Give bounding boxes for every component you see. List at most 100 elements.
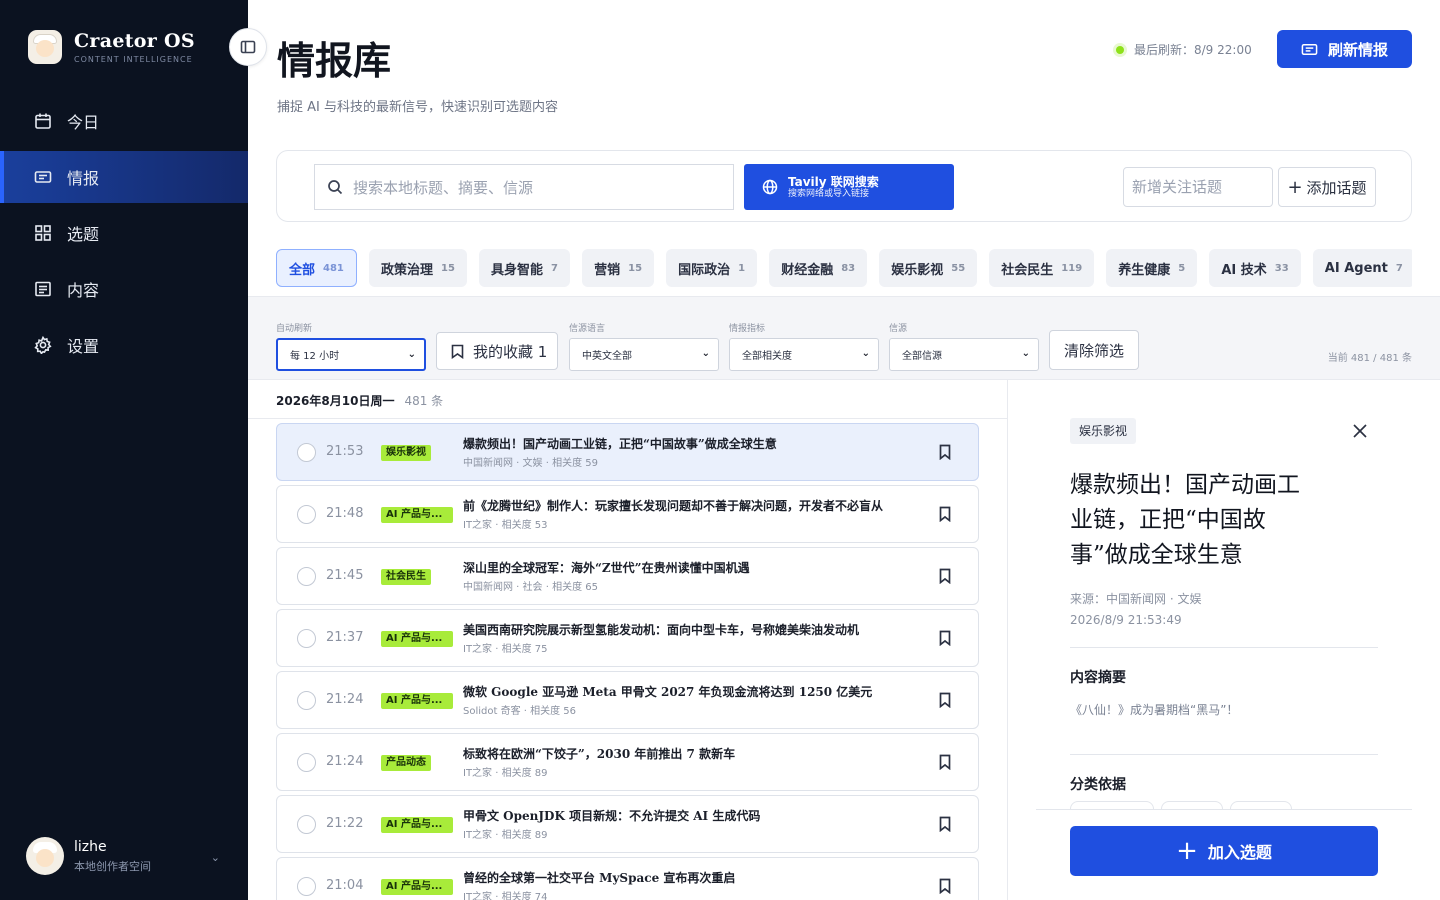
avatar — [26, 837, 64, 875]
select-radio[interactable] — [297, 567, 316, 586]
favorites-button[interactable]: 我的收藏 1 — [436, 332, 558, 370]
detail-title: 爆款频出！国产动画工业链，正把“中国故事”做成全球生意 — [1070, 472, 1300, 568]
bookmark-icon — [939, 754, 951, 771]
filter-bar: 自动刷新 每 12 小时 ⌄ 我的收藏 1 信源语言 中英文全部 ⌄ 情报指标 … — [248, 296, 1440, 380]
list-item[interactable]: 21:37 AI 产品与... 美国西南研究院展示新型氢能发动机：面向中型卡车，… — [276, 609, 979, 667]
select-radio[interactable] — [297, 877, 316, 896]
list-item[interactable]: 21:53 娱乐影视 爆款频出！国产动画工业链，正把“中国故事”做成全球生意 中… — [276, 423, 979, 481]
sidebar-item-settings[interactable]: 设置 — [0, 319, 248, 371]
bookmark-button[interactable] — [939, 754, 951, 771]
sidebar-item-label: 内容 — [67, 281, 100, 300]
bookmark-button[interactable] — [939, 878, 951, 895]
tab-policy[interactable]: 政策治理 15 — [368, 249, 467, 287]
tab-embodied-ai[interactable]: 具身智能 7 — [479, 249, 570, 287]
metric-select[interactable]: 全部相关度 ⌄ — [729, 338, 879, 371]
reason-chip — [1230, 801, 1292, 809]
item-meta: IT之家 · 相关度 53 — [463, 520, 548, 531]
bookmark-button[interactable] — [939, 692, 951, 709]
list-item[interactable]: 21:04 AI 产品与... 曾经的全球第一社交平台 MySpace 宣布再次… — [276, 857, 979, 900]
item-time: 21:45 — [326, 568, 364, 583]
tab-marketing[interactable]: 营销 15 — [582, 249, 655, 287]
list-item[interactable]: 21:48 AI 产品与... 前《龙腾世纪》制作人：玩家擅长发现问题却不善于解… — [276, 485, 979, 543]
tavily-search-button[interactable]: Tavily 联网搜索 搜索网络或导入链接 — [744, 164, 954, 210]
refresh-button-label: 刷新情报 — [1327, 40, 1388, 59]
close-button[interactable] — [1351, 422, 1369, 440]
favorites-label: 我的收藏 1 — [473, 342, 548, 361]
reason-chips — [1070, 801, 1299, 809]
auto-refresh-select[interactable]: 每 12 小时 ⌄ — [276, 338, 426, 371]
bookmark-button[interactable] — [939, 816, 951, 833]
tab-ai-tech[interactable]: AI 技术 33 — [1209, 249, 1301, 287]
select-radio[interactable] — [297, 815, 316, 834]
add-topic-button[interactable]: + 添加话题 — [1278, 167, 1376, 207]
brand-logo — [28, 30, 62, 64]
list-item[interactable]: 21:24 产品动态 标致将在欧洲“下饺子”，2030 年前推出 7 款新车 I… — [276, 733, 979, 791]
tab-count: 7 — [1395, 262, 1403, 274]
bookmark-button[interactable] — [939, 568, 951, 585]
list-item[interactable]: 21:24 AI 产品与... 微软 Google 亚马逊 Meta 甲骨文 2… — [276, 671, 979, 729]
search-input[interactable]: 搜索本地标题、摘要、信源 — [314, 164, 734, 210]
item-title: 深山里的全球冠军：海外“Z世代”在贵州读懂中国机遇 — [463, 561, 750, 575]
sidebar-item-intel[interactable]: 情报 — [0, 151, 248, 203]
tab-label: AI 技术 — [1221, 262, 1267, 278]
divider — [1007, 380, 1008, 900]
tab-ai-agent[interactable]: AI Agent 7 — [1312, 249, 1412, 287]
bookmark-button[interactable] — [939, 630, 951, 647]
list-date-header: 2026年8月10日周一 481 条 — [276, 392, 443, 409]
tab-finance[interactable]: 财经金融 83 — [769, 249, 868, 287]
bookmark-button[interactable] — [939, 506, 951, 523]
source-select[interactable]: 全部信源 ⌄ — [889, 338, 1039, 371]
tab-all[interactable]: 全部 481 — [276, 249, 357, 287]
tab-entertainment[interactable]: 娱乐影视 55 — [879, 249, 978, 287]
category-tag: AI 产品与... — [381, 879, 453, 895]
select-radio[interactable] — [297, 753, 316, 772]
sidebar-item-label: 设置 — [67, 337, 100, 356]
sidebar-item-topics[interactable]: 选题 — [0, 207, 248, 259]
tab-label: 具身智能 — [491, 262, 544, 278]
item-time: 21:37 — [326, 630, 364, 645]
item-meta: IT之家 · 相关度 89 — [463, 830, 548, 841]
news-icon — [34, 171, 52, 183]
tab-label: 社会民生 — [1001, 262, 1054, 278]
clear-filters-button[interactable]: 清除筛选 — [1049, 330, 1139, 370]
sidebar-toggle-button[interactable] — [229, 28, 267, 66]
user-menu[interactable]: lizhe 本地创作者空间 ⌄ — [26, 837, 226, 875]
select-radio[interactable] — [297, 443, 316, 462]
tab-society[interactable]: 社会民生 119 — [989, 249, 1095, 287]
list-item[interactable]: 21:22 AI 产品与... 甲骨文 OpenJDK 项目新规：不允许提交 A… — [276, 795, 979, 853]
tab-intl-politics[interactable]: 国际政治 1 — [666, 249, 758, 287]
sidebar-item-today[interactable]: 今日 — [0, 95, 248, 147]
tab-count: 15 — [441, 262, 455, 274]
bookmark-icon — [939, 630, 951, 647]
item-meta: IT之家 · 相关度 89 — [463, 768, 548, 779]
add-to-topics-label: 加入选题 — [1207, 843, 1272, 862]
new-topic-input[interactable]: 新增关注话题 — [1123, 167, 1273, 207]
list-item[interactable]: 21:45 社会民生 深山里的全球冠军：海外“Z世代”在贵州读懂中国机遇 中国新… — [276, 547, 979, 605]
tab-count: 83 — [841, 262, 856, 274]
bookmark-button[interactable] — [939, 444, 951, 461]
category-tabs: 全部 481 政策治理 15 具身智能 7 营销 15 国际政治 1 财经金融 83 娱乐影… — [276, 249, 1412, 287]
page-title: 情报库 — [277, 38, 392, 83]
search-placeholder: 搜索本地标题、摘要、信源 — [353, 178, 534, 197]
select-radio[interactable] — [297, 505, 316, 524]
add-to-topics-button[interactable]: + 加入选题 — [1070, 826, 1378, 876]
divider — [1070, 754, 1378, 755]
sidebar-toggle-icon — [240, 40, 256, 54]
item-meta: Solidot 奇客 · 相关度 56 — [463, 706, 577, 717]
brand-name: Craetor OS — [74, 30, 195, 52]
summary-heading: 内容摘要 — [1070, 670, 1126, 686]
brand[interactable]: Craetor OS CONTENT INTELLIGENCE — [28, 30, 195, 64]
item-meta: IT之家 · 相关度 74 — [463, 892, 548, 900]
sidebar-item-content[interactable]: 内容 — [0, 263, 248, 315]
select-value: 全部相关度 — [742, 351, 792, 362]
sidebar-item-label: 选题 — [67, 225, 100, 244]
language-select[interactable]: 中英文全部 ⌄ — [569, 338, 719, 371]
item-time: 21:22 — [326, 816, 364, 831]
reason-chip — [1070, 801, 1154, 809]
select-radio[interactable] — [297, 691, 316, 710]
refresh-button[interactable]: 刷新情报 — [1277, 30, 1412, 68]
tab-count: 1 — [738, 262, 746, 274]
select-radio[interactable] — [297, 629, 316, 648]
source-label: 信源 — [889, 324, 908, 334]
tab-health[interactable]: 养生健康 5 — [1106, 249, 1198, 287]
